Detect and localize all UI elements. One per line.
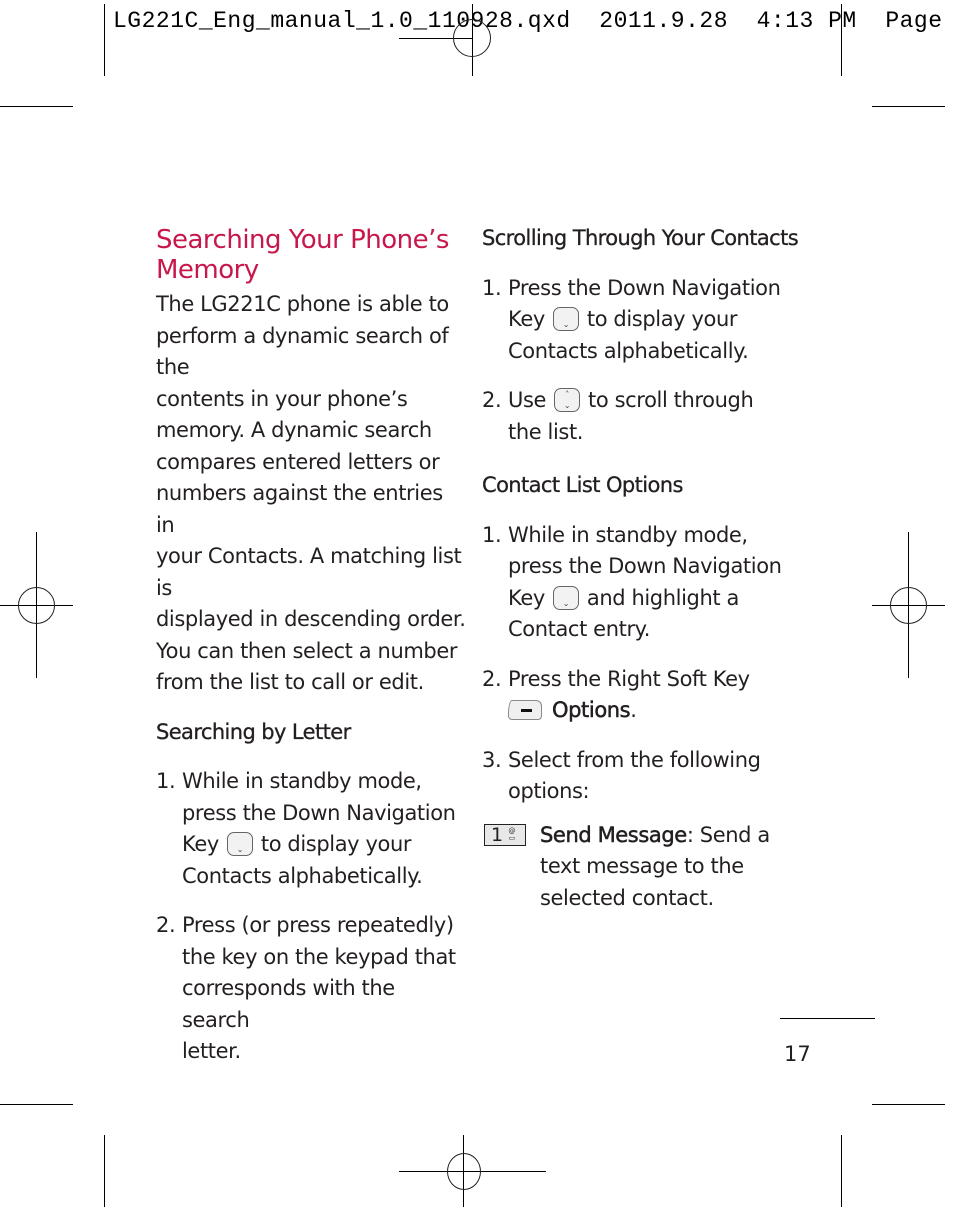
text-line: contents in your phone’s (156, 386, 408, 411)
up-down-navigation-key-icon: ˄ ⌄ (554, 388, 581, 412)
text-line: perform a dynamic search of the (156, 323, 449, 380)
step-item: 2. Use ˄ ⌄ to scroll through the list. (482, 385, 802, 448)
step-item: 1. Press the Down Navigation Key ⌄ to disp… (482, 273, 802, 368)
text-line: The LG221C phone is able to (156, 292, 449, 316)
text-line: the key on the keypad that (182, 944, 456, 969)
text-line: to display your (260, 832, 412, 856)
step-item: 1. While in standby mode, press the Down… (156, 766, 466, 892)
text-line: While in standby mode, (182, 769, 422, 793)
subheading-scrolling-through-contacts: Scrolling Through Your Contacts (482, 226, 799, 250)
text-line: You can then select a number (156, 638, 458, 663)
text-line: Press the Right Soft Key (508, 666, 750, 691)
down-navigation-key-icon: ⌄ (226, 832, 253, 856)
crop-mark (0, 1104, 73, 1105)
step-number: 1. (156, 769, 176, 793)
text-line: Contacts alphabetically. (508, 338, 749, 363)
text-line: Contacts alphabetically. (182, 863, 423, 888)
down-navigation-key-icon: ⌄ (552, 585, 579, 610)
text-line: selected contact. (540, 885, 714, 910)
text-line: text message to the (540, 854, 744, 878)
section-title-line: Searching Your Phone’s (156, 225, 449, 255)
step-item: 2. Press the Right Soft Key Options. (482, 664, 802, 727)
step-number: 2. (482, 388, 502, 412)
step-number: 2. (156, 913, 176, 937)
text-line: and highlight a (586, 585, 739, 610)
text-line: from the list to call or edit. (156, 670, 424, 694)
page-number-rule (780, 1018, 875, 1019)
crop-mark (104, 4, 105, 76)
text-line: numbers against the entries in (156, 481, 443, 537)
option-label: Send Message (540, 822, 688, 847)
crop-mark (872, 106, 945, 107)
text-line: : Send a (686, 822, 770, 847)
page-number: 17 (784, 1042, 811, 1066)
crop-mark (841, 1135, 842, 1207)
step-item: 1. While in standby mode, press the Down… (482, 520, 802, 646)
section-title: Searching Your Phone’s Memory (156, 225, 466, 285)
text-line: press the Down Navigation (182, 800, 456, 825)
print-slug: LG221C_Eng_manual_1.0_110928.qxd 2011.9.… (113, 8, 943, 34)
down-navigation-key-icon: ⌄ (552, 307, 579, 331)
text-line: to scroll through (588, 388, 754, 412)
right-column: Scrolling Through Your Contacts 1. Press… (482, 225, 802, 914)
text-line: displayed in descending order. (156, 607, 466, 631)
text-line: Key (508, 585, 545, 610)
option-item-send-message: 1 @ ▭ Send Message: Send a text message to… (482, 820, 802, 915)
text-line: memory. A dynamic search (156, 418, 432, 442)
text-line: your Contacts. A matching list is (156, 544, 462, 600)
step-item: 3. Select from the following options: (482, 745, 802, 808)
step-item: 2. Press (or press repeatedly) the key o… (156, 910, 466, 1068)
text-line: Press the Down Navigation (508, 275, 781, 300)
text-line: the list. (508, 419, 584, 444)
text-line: Select from the following (508, 747, 761, 772)
crop-mark (841, 4, 842, 76)
text-line: Use (508, 388, 547, 412)
text-line: letter. (182, 1039, 241, 1063)
step-number: 1. (482, 275, 502, 300)
text-line: Key (182, 832, 219, 856)
text-line: While in standby mode, (508, 522, 748, 547)
text-line: press the Down Navigation (508, 554, 782, 578)
left-column: Searching Your Phone’s Memory The LG221C… (156, 225, 466, 1068)
subheading-searching-by-letter: Searching by Letter (156, 719, 352, 744)
crop-mark (104, 1135, 105, 1207)
intro-paragraph: The LG221C phone is able to perform a dy… (156, 289, 466, 699)
step-number: 2. (482, 666, 502, 691)
section-title-line: Memory (156, 255, 259, 285)
step-number: 3. (482, 747, 502, 772)
crop-mark (872, 1104, 945, 1105)
right-soft-key-icon (508, 700, 542, 720)
text-line: compares entered letters or (156, 449, 440, 474)
step-number: 1. (482, 522, 502, 547)
message-key-icon: @ ▭ (508, 826, 515, 842)
options-label: Options (552, 698, 631, 723)
text-line: corresponds with the search (182, 976, 395, 1032)
subheading-contact-list-options: Contact List Options (482, 473, 684, 497)
crop-mark (0, 106, 73, 107)
text-line: . (630, 698, 637, 722)
text-line: Press (or press repeatedly) (182, 913, 454, 937)
text-line: to display your (586, 307, 738, 331)
number-key-1-icon: 1 @ ▭ (484, 823, 526, 846)
text-line: options: (508, 779, 590, 803)
text-line: Contact entry. (508, 617, 650, 641)
text-line: Key (508, 307, 545, 331)
